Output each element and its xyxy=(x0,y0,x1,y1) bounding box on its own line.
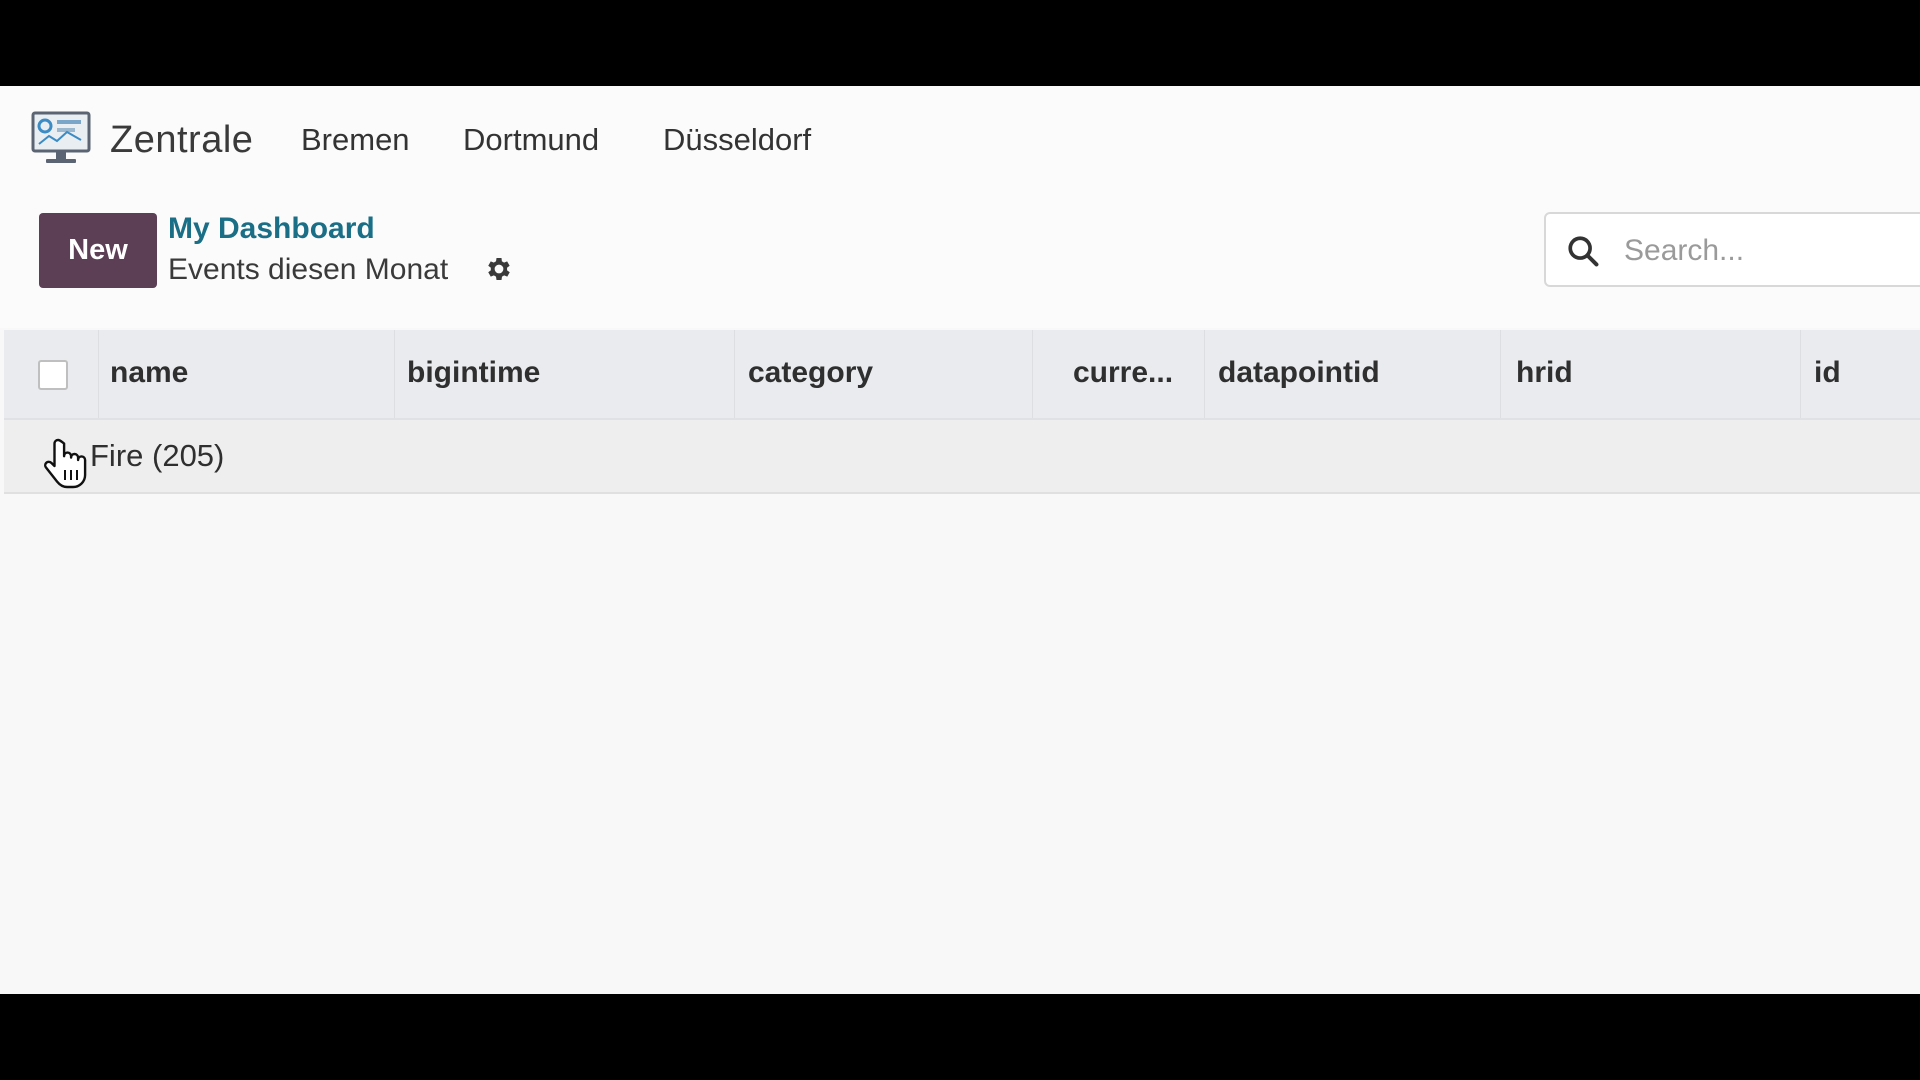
column-separator[interactable] xyxy=(1032,330,1033,418)
nav-item-bremen[interactable]: Bremen xyxy=(301,122,410,158)
nav-item-dortmund[interactable]: Dortmund xyxy=(463,122,599,158)
hand-pointer-icon xyxy=(44,438,87,489)
column-separator[interactable] xyxy=(1800,330,1801,418)
top-navbar: Zentrale Bremen Dortmund Düsseldorf xyxy=(0,86,1920,196)
column-separator[interactable] xyxy=(1204,330,1205,418)
column-header-name[interactable]: name xyxy=(110,356,188,390)
column-separator[interactable] xyxy=(394,330,395,418)
breadcrumb[interactable]: My Dashboard xyxy=(168,212,375,246)
search-icon xyxy=(1568,236,1599,267)
group-label[interactable]: Fire (205) xyxy=(90,438,224,474)
column-separator[interactable] xyxy=(98,330,99,418)
search-input[interactable] xyxy=(1622,228,1920,274)
app-name[interactable]: Zentrale xyxy=(110,119,253,162)
column-header-bigintime[interactable]: bigintime xyxy=(407,356,540,390)
search-box[interactable] xyxy=(1544,212,1920,287)
column-header-currentvalue[interactable]: curre... xyxy=(1073,356,1173,390)
column-header-category[interactable]: category xyxy=(748,356,873,390)
table-header: name bigintime category curre... datapoi… xyxy=(4,330,1920,420)
column-separator[interactable] xyxy=(734,330,735,418)
new-button[interactable]: New xyxy=(39,213,157,288)
gear-icon[interactable] xyxy=(484,254,514,284)
nav-item-duesseldorf[interactable]: Düsseldorf xyxy=(663,122,811,158)
app-screen: Zentrale Bremen Dortmund Düsseldorf New … xyxy=(0,86,1920,994)
select-all-checkbox[interactable] xyxy=(38,360,68,390)
column-separator[interactable] xyxy=(1500,330,1501,418)
column-header-datapointid[interactable]: datapointid xyxy=(1218,356,1380,390)
dashboard-monitor-icon[interactable] xyxy=(30,110,92,166)
column-header-id[interactable]: id xyxy=(1814,356,1841,390)
group-row-fire[interactable]: Fire (205) xyxy=(4,420,1920,494)
page-title: Events diesen Monat xyxy=(168,253,449,286)
column-header-hrid[interactable]: hrid xyxy=(1516,356,1573,390)
